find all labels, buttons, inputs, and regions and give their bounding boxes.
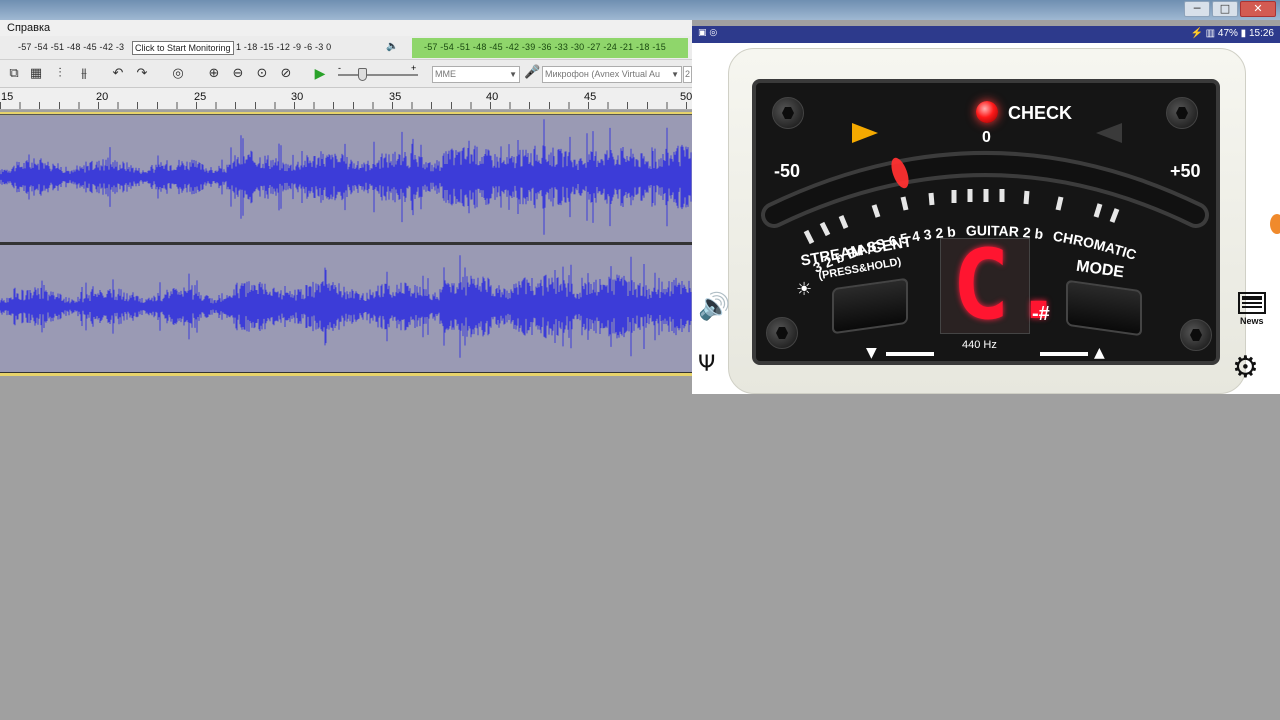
fit-project-icon[interactable]: ⊘ xyxy=(276,64,296,84)
monitoring-tooltip: Click to Start Monitoring xyxy=(132,41,234,55)
chevron-down-icon: ▼ xyxy=(671,70,679,79)
waveform-right xyxy=(0,255,692,358)
maximize-button[interactable]: □ xyxy=(1212,1,1238,17)
slider-max-label: + xyxy=(411,63,417,73)
undo-icon[interactable]: ↶ xyxy=(108,64,128,84)
track-bottom-border xyxy=(0,372,692,376)
slider-thumb[interactable] xyxy=(358,68,367,81)
waveform-path xyxy=(0,119,692,235)
trim-icon[interactable]: ⫶ xyxy=(50,64,70,84)
chevron-down-icon: ▼ xyxy=(509,70,517,79)
sync-lock-icon[interactable]: ◎ xyxy=(168,64,188,84)
menu-help[interactable]: Справка xyxy=(7,22,50,34)
microphone-icon: 🎤 xyxy=(524,65,541,80)
minimize-button[interactable]: ─ xyxy=(1184,1,1210,17)
sharp-flat-label: -# xyxy=(1032,303,1050,325)
channels-value: 2 xyxy=(685,69,691,79)
close-button[interactable]: ✕ xyxy=(1240,1,1276,17)
recording-meter-scale-tail[interactable]: 1 -18 -15 -12 -9 -6 -3 0 xyxy=(236,42,331,52)
waveform-path xyxy=(0,255,692,358)
copy-icon[interactable]: ⧉ xyxy=(4,64,24,84)
speaker-icon: 🔈 xyxy=(386,41,399,52)
screen: ─ □ ✕ Справка -57 -54 -51 -48 -45 -42 -3… xyxy=(0,0,1280,720)
note-display-value: C. xyxy=(952,229,1068,341)
up-arrow-icon[interactable]: ▲ xyxy=(1094,345,1105,361)
calibration-up-bar xyxy=(1040,352,1088,356)
backlight-icon: ☀ xyxy=(796,279,813,300)
waveform-left xyxy=(0,119,692,235)
play-at-speed-slider[interactable] xyxy=(338,74,418,76)
tuner-panel: CHECK 0 -50 +50 3 2 b BASS 6 5 4 3 2 b G… xyxy=(752,79,1220,365)
calibration-label: 440 Hz xyxy=(962,339,997,351)
paste-icon[interactable]: ▦ xyxy=(26,64,46,84)
zoom-in-icon[interactable]: ⊕ xyxy=(204,64,224,84)
edit-toolbar: ⧉ ▦ ⫶ ⫵ ↶ ↷ ◎ ⊕ ⊖ ⊙ ⊘ ▶ - + MME ▼ 🎤 Микр… xyxy=(0,60,692,88)
sound-icon[interactable]: 🔊 xyxy=(698,292,730,322)
ruler-ticks xyxy=(0,102,692,109)
status-icons-right: ⚡ ▥ 47% ▮ 15:26 xyxy=(1190,28,1274,39)
status-bar: ▣ ◎ ⚡ ▥ 47% ▮ 15:26 xyxy=(692,26,1280,43)
tuner-app-window: ▣ ◎ ⚡ ▥ 47% ▮ 15:26 CHECK 0 -50 +50 3 2 … xyxy=(692,26,1280,394)
audio-track-right[interactable] xyxy=(0,245,692,372)
timeline-ruler[interactable]: 15 20 25 30 35 40 45 50 xyxy=(0,88,692,110)
playback-meter-scale: -57 -54 -51 -48 -45 -42 -39 -36 -33 -30 … xyxy=(424,42,666,52)
channels-select[interactable]: 2 xyxy=(683,66,692,83)
zoom-out-icon[interactable]: ⊖ xyxy=(228,64,248,84)
window-controls: ─ □ ✕ xyxy=(1184,1,1276,17)
recording-device-value: Микрофон (Avnex Virtual Au xyxy=(545,69,661,79)
news-label: News xyxy=(1240,316,1264,326)
screw-icon xyxy=(766,317,798,349)
stream-cent-button[interactable] xyxy=(832,277,908,335)
tuning-fork-icon[interactable]: Ψ xyxy=(698,352,715,377)
meter-toolbar: -57 -54 -51 -48 -45 -42 -3 1 -18 -15 -12… xyxy=(0,36,692,60)
edge-handle[interactable] xyxy=(1270,214,1280,234)
mode-button[interactable] xyxy=(1066,279,1142,337)
gear-icon[interactable]: ⚙ xyxy=(1232,350,1259,385)
play-icon[interactable]: ▶ xyxy=(310,64,330,84)
menubar: Справка xyxy=(0,20,692,36)
news-icon[interactable] xyxy=(1238,292,1266,314)
calibration-down-bar xyxy=(886,352,934,356)
audio-track-left[interactable] xyxy=(0,116,692,242)
silence-icon[interactable]: ⫵ xyxy=(74,64,94,84)
audio-host-value: MME xyxy=(435,69,456,79)
recording-meter-scale[interactable]: -57 -54 -51 -48 -45 -42 -3 xyxy=(18,42,124,52)
window-titlebar: ─ □ ✕ xyxy=(0,0,1280,20)
audio-host-select[interactable]: MME ▼ xyxy=(432,66,520,83)
screw-icon xyxy=(1180,319,1212,351)
slider-min-label: - xyxy=(338,63,341,73)
down-arrow-icon[interactable]: ▼ xyxy=(866,345,877,361)
recording-device-select[interactable]: Микрофон (Avnex Virtual Au ▼ xyxy=(542,66,682,83)
status-icons-left: ▣ ◎ xyxy=(698,28,718,38)
redo-icon[interactable]: ↷ xyxy=(132,64,152,84)
fit-selection-icon[interactable]: ⊙ xyxy=(252,64,272,84)
track-top-border xyxy=(0,112,692,115)
